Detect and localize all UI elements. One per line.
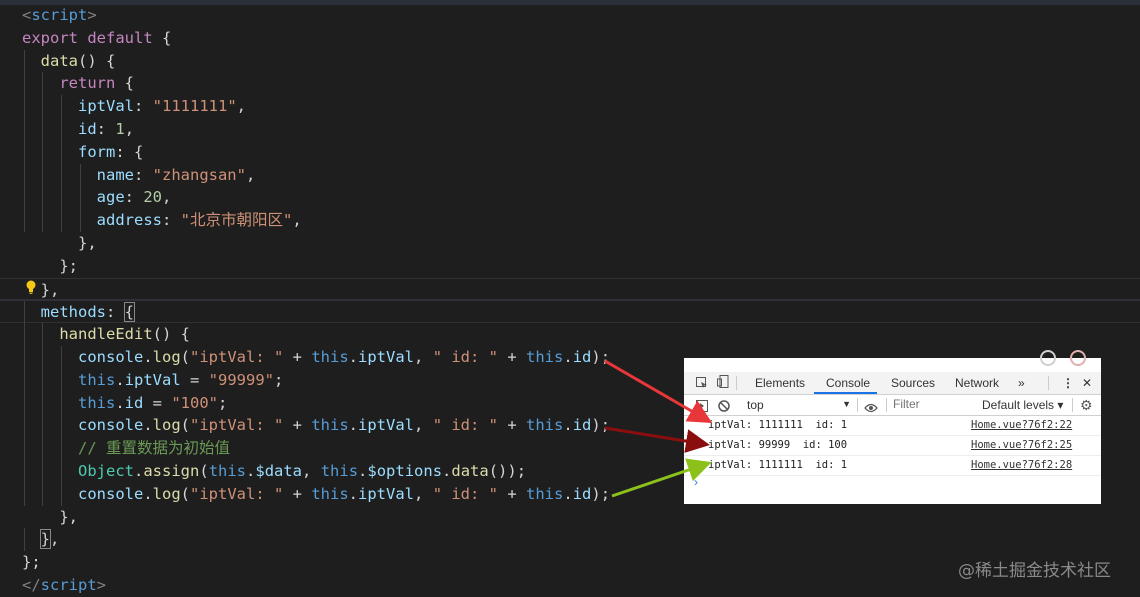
code-text: iptVal: "1111111", — [78, 97, 247, 116]
inspect-element-icon[interactable] — [696, 376, 708, 394]
code-text: data() { — [40, 51, 116, 70]
device-toolbar-icon[interactable] — [717, 375, 729, 393]
tab-sources[interactable]: Sources — [891, 376, 935, 390]
code-text: methods: { — [40, 302, 136, 323]
source-link[interactable]: Home.vue?76f2:25 — [971, 439, 1072, 451]
lightbulb-icon[interactable] — [23, 279, 39, 295]
filter-input[interactable] — [891, 397, 977, 411]
tab-console[interactable]: Console — [826, 376, 870, 390]
tab-elements[interactable]: Elements — [755, 376, 805, 390]
console-toolbar: top ▼ Default levels ▾ ⚙ — [684, 395, 1101, 416]
tab-network[interactable]: Network — [955, 376, 999, 390]
code-line: handleEdit() { — [0, 323, 1140, 346]
clear-console-icon[interactable] — [718, 399, 730, 417]
source-link[interactable]: Home.vue?76f2:22 — [971, 419, 1072, 431]
console-prompt[interactable]: › — [694, 475, 698, 489]
code-text: age: 20, — [96, 188, 172, 207]
watermark: @稀土掘金技术社区 — [958, 561, 1111, 581]
close-devtools-icon[interactable]: ✕ — [1082, 376, 1092, 390]
code-text: console.log("iptVal: " + this.iptVal, " … — [78, 484, 611, 503]
code-line: }, — [0, 528, 1140, 552]
code-text: this.iptVal = "99999"; — [78, 370, 284, 389]
code-text: }, — [22, 233, 97, 252]
toolbar-separator — [1072, 398, 1073, 412]
code-text: form: { — [78, 142, 144, 161]
context-select[interactable]: top ▼ — [739, 396, 851, 413]
code-text: }, — [22, 507, 78, 526]
code-line: }, — [0, 277, 1140, 301]
code-text: id: 1, — [78, 119, 135, 138]
log-levels-select[interactable]: Default levels ▾ — [982, 398, 1063, 412]
tab-separator — [736, 376, 737, 390]
console-messages: iptVal: 1111111 id: 1 Home.vue?76f2:22 i… — [684, 416, 1101, 476]
code-line: }, — [0, 506, 1140, 529]
code-text: address: "北京市朝阳区", — [96, 211, 302, 230]
code-text: handleEdit() { — [59, 325, 190, 344]
code-line: iptVal: "1111111", — [0, 95, 1140, 118]
code-line: <script> — [0, 4, 1140, 27]
devtools-panel: Elements Console Sources Network » ⋮ ✕ t… — [684, 350, 1101, 504]
code-line: }, — [0, 232, 1140, 255]
code-text: name: "zhangsan", — [96, 165, 256, 184]
console-message: iptVal: 1111111 id: 1 — [708, 419, 848, 431]
devtools-tab-bar: Elements Console Sources Network » ⋮ ✕ — [684, 372, 1101, 395]
console-row: iptVal: 99999 id: 100 Home.vue?76f2:25 — [684, 436, 1101, 456]
more-tabs-button[interactable]: » — [1018, 376, 1025, 390]
code-line: }; — [0, 255, 1140, 278]
active-tab-indicator — [814, 392, 877, 394]
source-link[interactable]: Home.vue?76f2:28 — [971, 459, 1072, 471]
devtools-window-controls — [684, 350, 1101, 372]
minimize-icon[interactable] — [1040, 350, 1056, 366]
code-text: }; — [22, 256, 78, 275]
code-text: console.log("iptVal: " + this.iptVal, " … — [78, 347, 611, 366]
code-line: methods: { — [0, 300, 1140, 325]
code-line: name: "zhangsan", — [0, 163, 1140, 187]
code-line: form: { — [0, 140, 1140, 164]
code-editor[interactable]: <script> export default { data() { return… — [0, 4, 1140, 597]
code-text: // 重置数据为初始值 — [78, 439, 230, 458]
toolbar-separator — [886, 398, 887, 412]
code-text: }; — [22, 553, 41, 572]
code-line: data() { — [0, 49, 1140, 73]
console-row: iptVal: 1111111 id: 1 Home.vue?76f2:28 — [684, 456, 1101, 476]
code-line: id: 1, — [0, 117, 1140, 141]
code-line: return { — [0, 72, 1140, 96]
code-text: <script> — [22, 6, 97, 24]
chevron-down-icon: ▼ — [842, 399, 851, 409]
sidebar-toggle-icon[interactable] — [696, 399, 708, 417]
console-message: iptVal: 1111111 id: 1 — [708, 459, 848, 471]
console-row: iptVal: 1111111 id: 1 Home.vue?76f2:22 — [684, 416, 1101, 436]
close-window-icon[interactable] — [1070, 350, 1086, 366]
kebab-menu-icon[interactable]: ⋮ — [1062, 376, 1074, 390]
code-text: Object.assign(this.$data, this.$options.… — [78, 461, 527, 480]
code-text: </script> — [22, 575, 107, 594]
gear-icon[interactable]: ⚙ — [1080, 397, 1093, 414]
context-value: top — [747, 398, 764, 412]
code-text: export default { — [22, 28, 172, 47]
code-line: export default { — [0, 27, 1140, 50]
code-text: return { — [59, 74, 134, 93]
code-line: address: "北京市朝阳区", — [0, 209, 1140, 232]
tab-separator — [1048, 376, 1049, 390]
code-line: age: 20, — [0, 186, 1140, 210]
code-text: this.id = "100"; — [78, 393, 228, 412]
code-text: }, — [39, 529, 60, 550]
console-message: iptVal: 99999 id: 100 — [708, 439, 848, 451]
toolbar-separator — [857, 398, 858, 412]
code-text: console.log("iptVal: " + this.iptVal, " … — [78, 416, 611, 435]
